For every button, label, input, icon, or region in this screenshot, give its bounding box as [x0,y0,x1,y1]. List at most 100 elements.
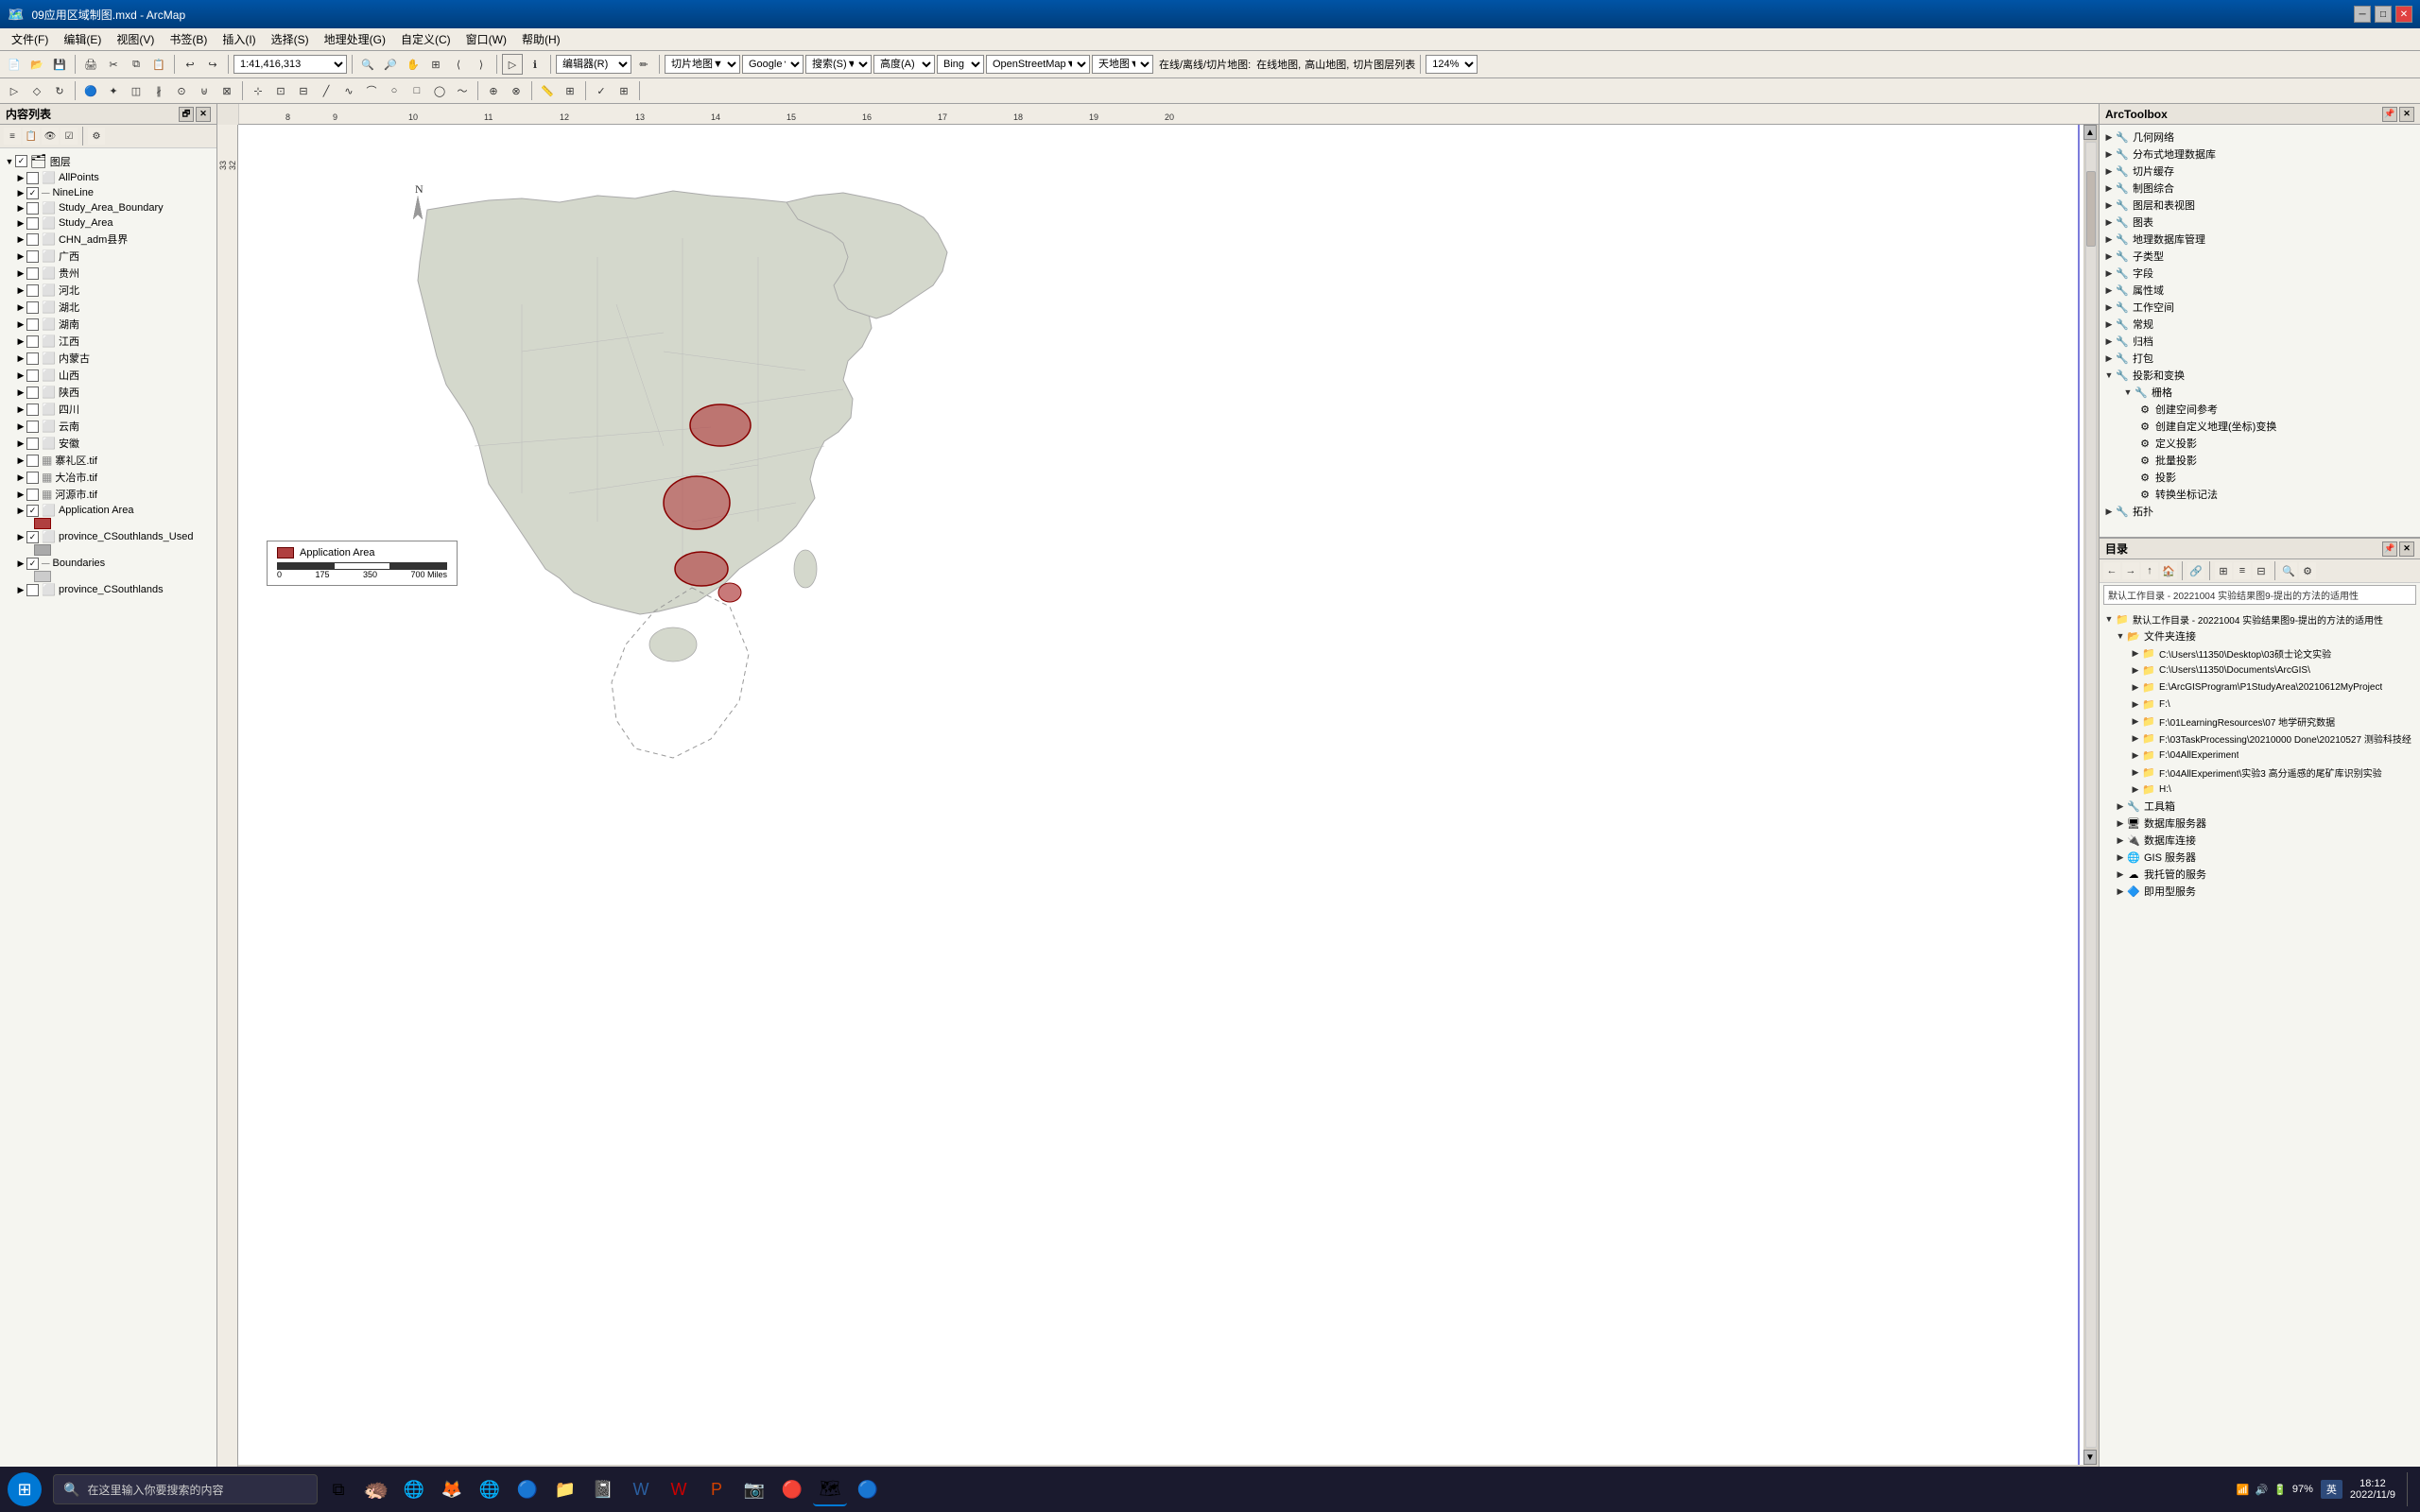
toc-layer-anhui[interactable]: ▶ ⬜ 安徽 [0,435,216,452]
toc-layer-guizhou[interactable]: ▶ ⬜ 贵州 [0,265,216,282]
toc-layer-jiangxi[interactable]: ▶ ⬜ 江西 [0,333,216,350]
toc-nineline-expand[interactable]: ▶ [15,187,26,198]
tool-topology[interactable]: ▶ 🔧 拓扑 [2100,503,2420,520]
toc-chnadm-checkbox[interactable] [26,233,39,246]
tile-map-combo[interactable]: 切片地图▼ [665,55,740,74]
clip-btn[interactable]: ⊡ [270,80,291,101]
close-button[interactable]: ✕ [2395,6,2412,23]
toc-list-by-selection-btn[interactable]: ☑ [60,128,78,145]
tool-create-custom-geo[interactable]: ⚙ 创建自定义地理(坐标)变换 [2100,418,2420,435]
taskbar-word[interactable]: W [624,1472,658,1506]
catalog-close-btn[interactable]: ✕ [2399,541,2414,557]
edit-select-btn[interactable]: ▷ [4,80,25,101]
toc-studyboundary-expand[interactable]: ▶ [15,202,26,214]
buffer-btn[interactable]: ⊙ [171,80,192,101]
toc-list-by-source-btn[interactable]: 📋 [23,128,40,145]
toc-list-by-drawing-btn[interactable]: ≡ [4,128,21,145]
catalog-folder-connections[interactable]: ▼ 📂 文件夹连接 [2100,627,2420,644]
undo-btn[interactable]: ↩ [180,54,200,75]
catalog-my-hosted-services[interactable]: ▶ ☁ 我托管的服务 [2100,866,2420,883]
catalog-folder-arcgis-docs[interactable]: ▶ 📁 C:\Users\11350\Documents\ArcGIS\ [2100,662,2420,679]
copy-btn[interactable]: ⧉ [126,54,147,75]
taskbar-hedgehog[interactable]: 🦔 [359,1472,393,1506]
circle-btn[interactable]: ○ [384,80,405,101]
scroll-down-btn[interactable]: ▼ [2083,1450,2097,1465]
scale-combo[interactable]: 1:41,416,313 [233,55,347,74]
taskbar-edge[interactable]: 🌐 [397,1472,431,1506]
catalog-db-servers[interactable]: ▶ 🖥 数据库服务器 [2100,815,2420,832]
pan-btn[interactable]: ✋ [403,54,424,75]
scroll-track-v[interactable] [2085,142,2097,1448]
taskbar-onenote[interactable]: 📓 [586,1472,620,1506]
taskbar-powerpoint[interactable]: P [700,1472,734,1506]
catalog-default-workspace[interactable]: ▼ 📁 默认工作目录 - 20221004 实验结果图9-提出的方法的适用性 [2100,610,2420,627]
tool-batch-project[interactable]: ⚙ 批量投影 [2100,452,2420,469]
cut-btn[interactable]: ✂ [103,54,124,75]
attribute-btn[interactable]: ⊞ [614,80,634,101]
map-canvas[interactable]: N Application Area [238,125,2099,1465]
tool-layers-views[interactable]: ▶ 🔧 图层和表视图 [2100,197,2420,214]
toc-layer-province-used[interactable]: ▶ ⬜ province_CSouthlands_Used [0,529,216,544]
line-btn[interactable]: ╱ [316,80,337,101]
tool-convert-coords[interactable]: ⚙ 转换坐标记法 [2100,486,2420,503]
catalog-folder-allexp[interactable]: ▶ 📁 F:\04AllExperiment [2100,747,2420,764]
toc-nineline-checkbox[interactable] [26,187,39,199]
catalog-folder-desktop[interactable]: ▶ 📁 C:\Users\11350\Desktop\03硕士论文实验 [2100,644,2420,662]
taskbar-firefox[interactable]: 🦊 [435,1472,469,1506]
tool-raster[interactable]: ▼ 🔧 栅格 [2100,384,2420,401]
split-btn[interactable]: ∦ [148,80,169,101]
tool-cartography[interactable]: ▶ 🔧 制图综合 [2100,180,2420,197]
freehand-btn[interactable]: 〜 [452,80,473,101]
tool-tile-cache[interactable]: ▶ 🔧 切片缓存 [2100,163,2420,180]
search-combo[interactable]: 搜索(S)▼ [805,55,872,74]
catalog-folder-h[interactable]: ▶ 📁 H:\ [2100,781,2420,798]
reshape-btn[interactable]: ◫ [126,80,147,101]
ellipse-btn[interactable]: ◯ [429,80,450,101]
tool-workspace[interactable]: ▶ 🔧 工作空间 [2100,299,2420,316]
taskbar-taskview[interactable]: ⧉ [321,1472,355,1506]
taskbar-ie[interactable]: 🌐 [473,1472,507,1506]
toc-layer-hubei[interactable]: ▶ ⬜ 湖北 [0,299,216,316]
toc-expand-icon[interactable]: ▼ [4,156,15,167]
editor-combo[interactable]: 编辑器(R) [556,55,631,74]
tool-general[interactable]: ▶ 🔧 常规 [2100,316,2420,333]
taskbar-bing[interactable]: 🔵 [851,1472,885,1506]
tray-network-icon[interactable]: 📶 [2237,1484,2250,1496]
cut-poly-btn[interactable]: ⊟ [293,80,314,101]
tool-domains[interactable]: ▶ 🔧 属性域 [2100,282,2420,299]
toc-group-checkbox[interactable] [15,155,27,167]
catalog-folder-f[interactable]: ▶ 📁 F:\ [2100,696,2420,713]
toc-layer-yunnan[interactable]: ▶ ⬜ 云南 [0,418,216,435]
print-btn[interactable]: 🖨 [80,54,101,75]
measure-area-btn[interactable]: ⊞ [560,80,580,101]
taskbar-screenshots[interactable]: 📷 [737,1472,771,1506]
catalog-toolbox[interactable]: ▶ 🔧 工具箱 [2100,798,2420,815]
menu-bookmark[interactable]: 书签(B) [162,29,215,49]
catalog-folder-exp3[interactable]: ▶ 📁 F:\04AllExperiment\实验3 高分遥感的尾矿库识别实验 [2100,764,2420,781]
union-btn[interactable]: ⊎ [194,80,215,101]
edit-vertices-btn[interactable]: ◇ [26,80,47,101]
feature-create-btn[interactable]: ✦ [103,80,124,101]
tray-show-desktop[interactable] [2407,1472,2412,1506]
menu-help[interactable]: 帮助(H) [514,29,568,49]
snapping-btn[interactable]: 🔵 [80,80,101,101]
toc-layer-study-boundary[interactable]: ▶ ⬜ Study_Area_Boundary [0,200,216,215]
catalog-connect-btn[interactable]: 🔗 [2187,562,2204,579]
menu-geoprocessing[interactable]: 地理处理(G) [317,29,393,49]
menu-customize[interactable]: 自定义(C) [393,29,458,49]
catalog-db-connections[interactable]: ▶ 🔌 数据库连接 [2100,832,2420,849]
menu-edit[interactable]: 编辑(E) [56,29,109,49]
arctoolbox-pin-btn[interactable]: 📌 [2382,107,2397,122]
menu-insert[interactable]: 插入(I) [215,29,263,49]
tray-volume-icon[interactable]: 🔊 [2255,1484,2268,1496]
catalog-up-btn[interactable]: ↑ [2141,562,2158,579]
toc-layer-hebei[interactable]: ▶ ⬜ 河北 [0,282,216,299]
menu-file[interactable]: 文件(F) [4,29,56,49]
catalog-view-toggle-btn[interactable]: ⊞ [2215,562,2232,579]
toc-layer-sichuan[interactable]: ▶ ⬜ 四川 [0,401,216,418]
merge-btn[interactable]: ⊠ [216,80,237,101]
toc-float-btn[interactable]: 🗗 [179,107,194,122]
catalog-back-btn[interactable]: ← [2103,562,2120,579]
catalog-ready-services[interactable]: ▶ 🔷 即用型服务 [2100,883,2420,900]
zoom-out-btn[interactable]: 🔎 [380,54,401,75]
